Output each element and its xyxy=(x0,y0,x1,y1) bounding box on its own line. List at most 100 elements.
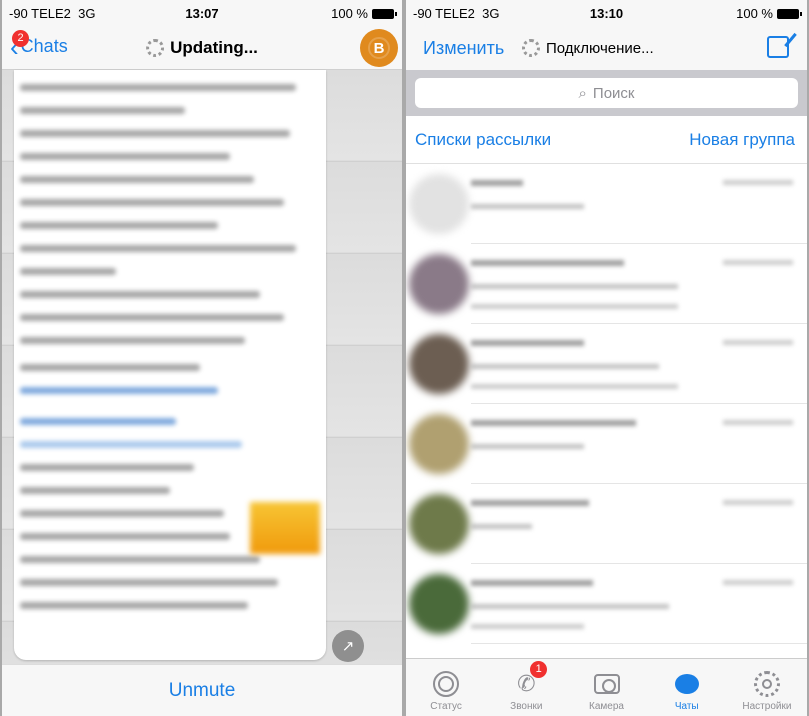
chats-list-screen: -90 TELE2 3G 13:10 100 % Изменить Подклю… xyxy=(406,0,807,716)
contact-name xyxy=(471,580,594,586)
edit-button[interactable]: Изменить xyxy=(423,38,504,59)
contact-avatar xyxy=(409,334,469,394)
back-button[interactable]: ‹ Chats 2 xyxy=(10,30,68,60)
battery-indicator: 100 % xyxy=(331,6,397,21)
tab-chats[interactable]: Чаты xyxy=(647,659,727,716)
tab-camera[interactable]: Камера xyxy=(566,659,646,716)
search-container: ⌕ Поиск xyxy=(406,70,807,116)
status-bar: -90 TELE2 3G 13:07 100 % xyxy=(2,0,402,26)
tab-settings[interactable]: Настройки xyxy=(727,659,807,716)
compose-icon[interactable] xyxy=(767,36,789,58)
message-line xyxy=(20,107,185,114)
calls-badge: 1 xyxy=(530,661,548,678)
chat-background xyxy=(2,70,402,664)
timestamp xyxy=(723,180,793,185)
forward-icon: ↗ xyxy=(341,638,355,655)
message-line xyxy=(20,130,290,137)
message-line xyxy=(20,291,260,298)
clock: 13:07 xyxy=(185,5,219,21)
message-line xyxy=(20,84,296,91)
contact-avatar xyxy=(409,494,469,554)
message-preview xyxy=(471,604,669,609)
message-line xyxy=(20,268,116,275)
message-line xyxy=(20,510,224,517)
tab-calls[interactable]: ✆ Звонки 1 xyxy=(486,659,566,716)
message-line xyxy=(20,314,284,321)
unread-badge: 2 xyxy=(12,30,29,47)
timestamp xyxy=(723,500,793,505)
forward-button[interactable]: ↗ xyxy=(332,630,364,662)
search-icon: ⌕ xyxy=(578,84,587,102)
message-preview xyxy=(471,304,678,309)
timestamp xyxy=(723,420,793,425)
camera-icon xyxy=(593,674,620,694)
spinner-icon xyxy=(522,39,540,57)
message-line xyxy=(20,337,245,344)
contact-name xyxy=(471,260,624,266)
search-input[interactable]: ⌕ Поиск xyxy=(415,78,798,108)
chat-list-item[interactable] xyxy=(409,404,807,484)
message-link[interactable] xyxy=(20,387,218,394)
chat-list xyxy=(406,164,807,644)
channel-avatar[interactable]: B xyxy=(360,29,398,67)
message-line xyxy=(20,602,248,609)
list-actions: Списки рассылки Новая группа xyxy=(406,116,807,164)
status-icon xyxy=(433,671,460,697)
unmute-button[interactable]: Unmute xyxy=(2,664,402,716)
message-line xyxy=(20,222,218,229)
timestamp xyxy=(723,580,793,585)
chat-screen: -90 TELE2 3G 13:07 100 % ‹ Chats 2 Updat… xyxy=(2,0,402,716)
broadcast-lists-link[interactable]: Списки рассылки xyxy=(415,130,551,150)
contact-avatar xyxy=(409,414,469,474)
title-text: Updating... xyxy=(170,37,258,57)
message-line xyxy=(20,579,278,586)
battery-indicator: 100 % xyxy=(736,6,802,21)
bitcoin-icon: B xyxy=(368,37,390,59)
status-bar: -90 TELE2 3G 13:10 100 % xyxy=(406,0,807,26)
contact-name xyxy=(471,340,584,346)
chat-list-item[interactable] xyxy=(409,564,807,644)
contact-avatar xyxy=(409,174,469,234)
message-line xyxy=(20,245,296,252)
message-line xyxy=(20,176,254,183)
message-preview xyxy=(471,524,533,529)
settings-icon xyxy=(753,671,780,697)
message-line xyxy=(20,533,230,540)
title-text: Подключение... xyxy=(546,39,654,57)
new-group-link[interactable]: Новая группа xyxy=(689,130,795,150)
contact-name xyxy=(471,180,523,186)
message-preview xyxy=(471,284,678,289)
message-line xyxy=(20,153,230,160)
message-preview xyxy=(471,624,584,629)
contact-name xyxy=(471,420,636,426)
message-bubble[interactable] xyxy=(14,70,326,660)
message-preview xyxy=(471,444,584,449)
chat-title: Updating... xyxy=(146,38,258,58)
message-line xyxy=(20,464,194,471)
contact-avatar xyxy=(409,574,469,634)
message-link[interactable] xyxy=(20,418,176,425)
clock: 13:10 xyxy=(589,5,624,21)
message-preview xyxy=(471,364,660,369)
timestamp xyxy=(723,340,793,345)
carrier: -90 TELE2 3G xyxy=(9,5,96,21)
tab-bar: Статус ✆ Звонки 1 Камера Чаты Настройки xyxy=(406,658,807,716)
nav-bar: Изменить Подключение... xyxy=(406,26,807,70)
search-placeholder: Поиск xyxy=(592,84,635,102)
spinner-icon xyxy=(146,38,165,57)
nav-bar: ‹ Chats 2 Updating... B xyxy=(2,26,402,70)
chat-list-item[interactable] xyxy=(409,324,807,404)
connection-status: Подключение... xyxy=(522,39,654,57)
timestamp xyxy=(723,260,793,265)
contact-name xyxy=(471,500,589,506)
unmute-label: Unmute xyxy=(168,679,236,701)
message-preview xyxy=(471,204,584,209)
tab-status[interactable]: Статус xyxy=(406,659,486,716)
chat-list-item[interactable] xyxy=(409,164,807,244)
message-link[interactable] xyxy=(20,441,242,448)
chat-list-item[interactable] xyxy=(409,244,807,324)
message-line xyxy=(20,364,200,371)
chat-list-item[interactable] xyxy=(409,484,807,564)
link-preview-image[interactable] xyxy=(250,502,320,554)
chats-icon xyxy=(674,674,703,694)
